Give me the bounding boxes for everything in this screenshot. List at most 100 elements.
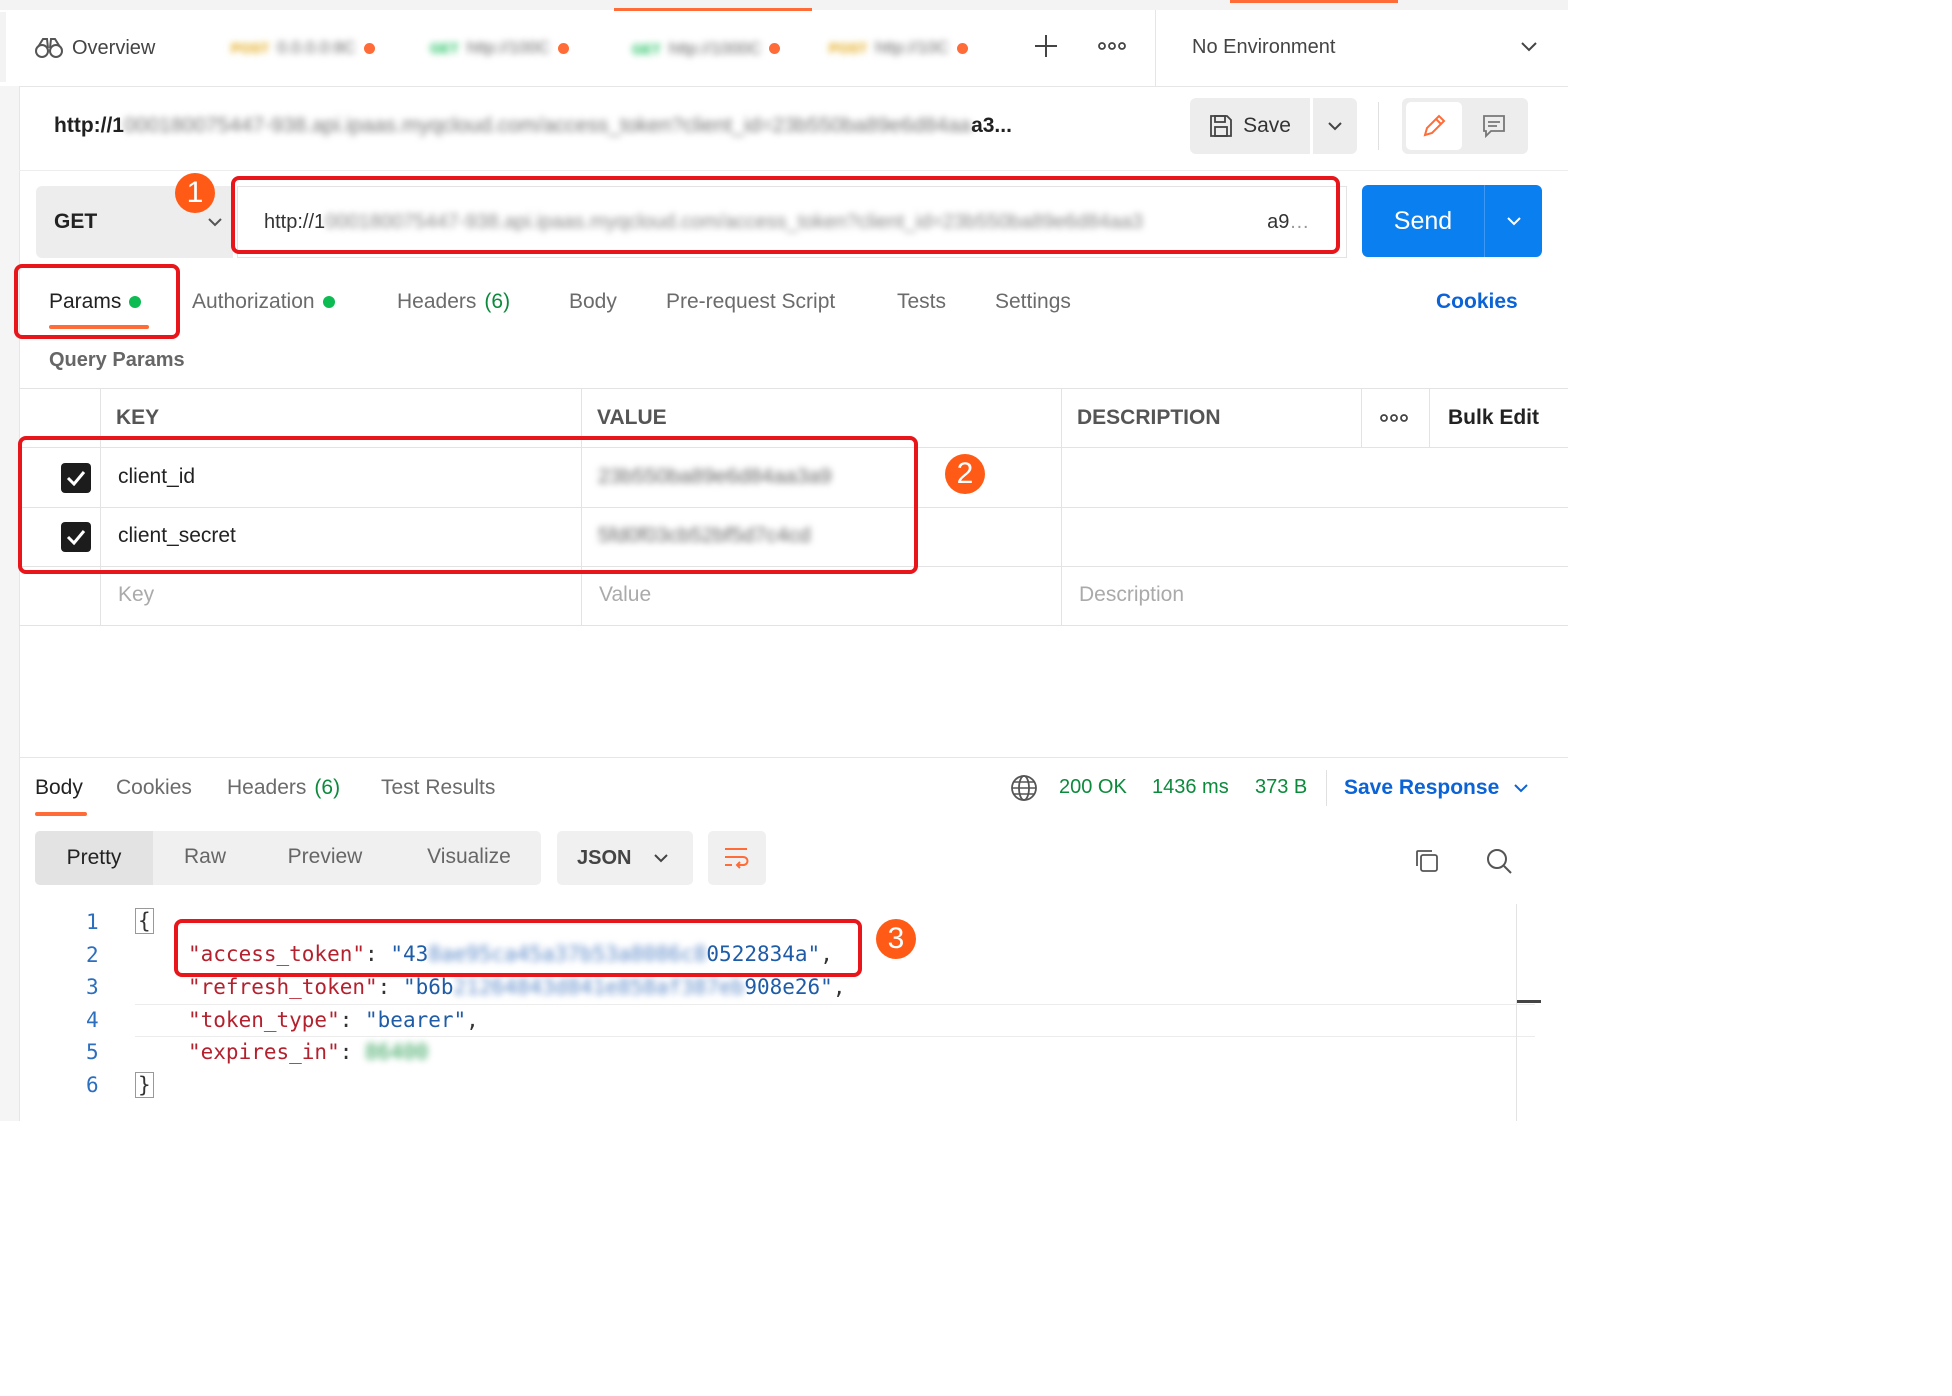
chevron-down-icon [1506,217,1521,226]
unsaved-dot-icon [363,42,375,54]
response-tab-headers-count: (6) [314,776,341,799]
tab-settings[interactable]: Settings [995,290,1071,314]
tab-pre-request-script[interactable]: Pre-request Script [666,290,835,314]
response-size[interactable]: 373 B [1255,776,1307,799]
checkmark-icon [66,530,86,545]
tab-authorization-label: Authorization [192,290,315,313]
param-checkbox[interactable] [61,463,91,493]
new-param-description-input[interactable]: Description [1079,583,1184,607]
tab-method: POST [829,40,868,56]
url-input[interactable]: http://1 000180075447-938.api.ipaas.myqcl… [237,186,1347,258]
wrap-lines-button[interactable] [708,831,766,885]
param-checkbox[interactable] [61,522,91,552]
status-dot-icon [322,296,335,308]
param-key-cell[interactable]: client_id [118,465,195,489]
url-prefix: http://1 [264,210,326,233]
new-param-key-input[interactable]: Key [118,583,154,607]
response-tab-test-results[interactable]: Test Results [381,776,495,800]
comment-icon [1483,115,1505,139]
response-status[interactable]: 200 OK [1059,776,1127,799]
view-mode-visualize[interactable]: Visualize [408,845,530,869]
param-description-cell[interactable] [1064,509,1554,565]
param-description-cell[interactable] [1064,450,1554,506]
response-time[interactable]: 1436 ms [1152,776,1229,799]
bulk-edit-button[interactable]: Bulk Edit [1448,406,1539,430]
editor-right-border [1516,904,1517,1121]
tab-body[interactable]: Body [569,290,617,314]
tab-params[interactable]: Params [49,282,142,322]
more-horizontal-icon [1098,42,1126,50]
comments-button[interactable] [1466,102,1522,150]
param-value-cell[interactable]: 5fd0f03cb52bf5d7c4cd [598,524,811,548]
param-key-cell[interactable]: client_secret [118,524,236,548]
response-tab-body[interactable]: Body [35,776,83,800]
save-disk-icon [1210,115,1232,137]
table-border-row2 [19,566,1568,567]
search-response-button[interactable] [1480,842,1518,880]
line-number: 6 [86,1073,99,1097]
response-tab-headers[interactable]: Headers (6) [227,772,340,804]
top-strip-accent [1230,0,1398,3]
tab-tests[interactable]: Tests [897,290,946,314]
wrap-lines-icon [725,848,749,869]
tab-url: 0.0.0.0:8C [277,38,356,57]
json-close-brace: } [135,1072,154,1098]
view-mode-preview[interactable]: Preview [270,845,380,869]
tab-method: GET [430,40,459,56]
json-string-hidden: 8ae95ca45a37b53a8086c8 [428,942,707,966]
tab-request-2[interactable]: GET http://100C [412,10,610,86]
json-line-refresh-token: "refresh_token": "b6b21264843d841e858af3… [188,975,846,999]
tab-url: http://10C [875,38,949,57]
search-icon [1487,849,1512,874]
response-tab-cookies[interactable]: Cookies [116,776,192,800]
unsaved-dot-icon [769,43,781,54]
json-key: "refresh_token" [188,975,378,999]
save-options-button[interactable] [1313,98,1357,154]
tab-headers[interactable]: Headers (6) [397,282,510,322]
send-button[interactable]: Send [1362,185,1484,257]
table-border-row1 [19,507,1568,508]
params-table [19,388,1568,626]
tab-request-3-active[interactable]: GET http://1000C [614,8,812,86]
format-selector[interactable]: JSON [557,831,693,885]
column-options-button[interactable] [1368,398,1420,438]
url-ellipsis: … [1289,210,1310,233]
globe-icon [1011,775,1037,801]
scrollbar-thumb[interactable] [1517,1000,1541,1003]
new-tab-button[interactable] [1022,22,1070,70]
json-string: "bearer" [365,1008,467,1032]
edit-mode-button[interactable] [1406,102,1462,150]
pencil-icon [1423,114,1446,137]
response-tab-body-underline [35,812,87,816]
json-number-hidden: 86400 [365,1040,429,1064]
table-border-header [19,447,1568,448]
request-title[interactable]: http://1 000180075447-938.api.ipaas.myqcl… [54,108,1154,144]
url-hidden: 000180075447-938.api.ipaas.myqcloud.com/… [325,210,1144,233]
view-mode-raw[interactable]: Raw [160,845,250,869]
tab-request-1[interactable]: POST 0.0.0.0:8C [215,10,410,86]
environment-selector[interactable]: No Environment [1172,22,1552,72]
copy-response-button[interactable] [1408,842,1446,880]
toolbar-divider [1378,102,1379,150]
new-param-value-input[interactable]: Value [599,583,651,607]
format-label: JSON [577,846,632,869]
request-title-suffix: a3... [971,114,1012,137]
save-response-button[interactable]: Save Response [1344,772,1529,804]
col-divider [1361,388,1362,448]
cookies-link[interactable]: Cookies [1436,290,1518,314]
json-key: "token_type" [188,1008,340,1032]
param-value-cell[interactable]: 23b550ba89e6d84aa3a9 [598,465,832,489]
send-options-button[interactable] [1484,185,1542,257]
chevron-down-icon [1514,784,1528,793]
column-header-value: VALUE [597,406,667,429]
status-dot-icon [129,296,142,308]
tab-request-4[interactable]: POST http://10C [815,10,1005,86]
more-tabs-button[interactable] [1088,22,1136,70]
tab-overview[interactable]: Overview [20,10,210,86]
copy-icon [1416,850,1438,872]
tab-bar-divider [1155,10,1156,86]
tab-authorization[interactable]: Authorization [192,282,335,322]
view-mode-pretty[interactable]: Pretty [35,831,153,885]
network-info-button[interactable] [1008,772,1040,804]
save-button[interactable]: Save [1190,98,1310,154]
